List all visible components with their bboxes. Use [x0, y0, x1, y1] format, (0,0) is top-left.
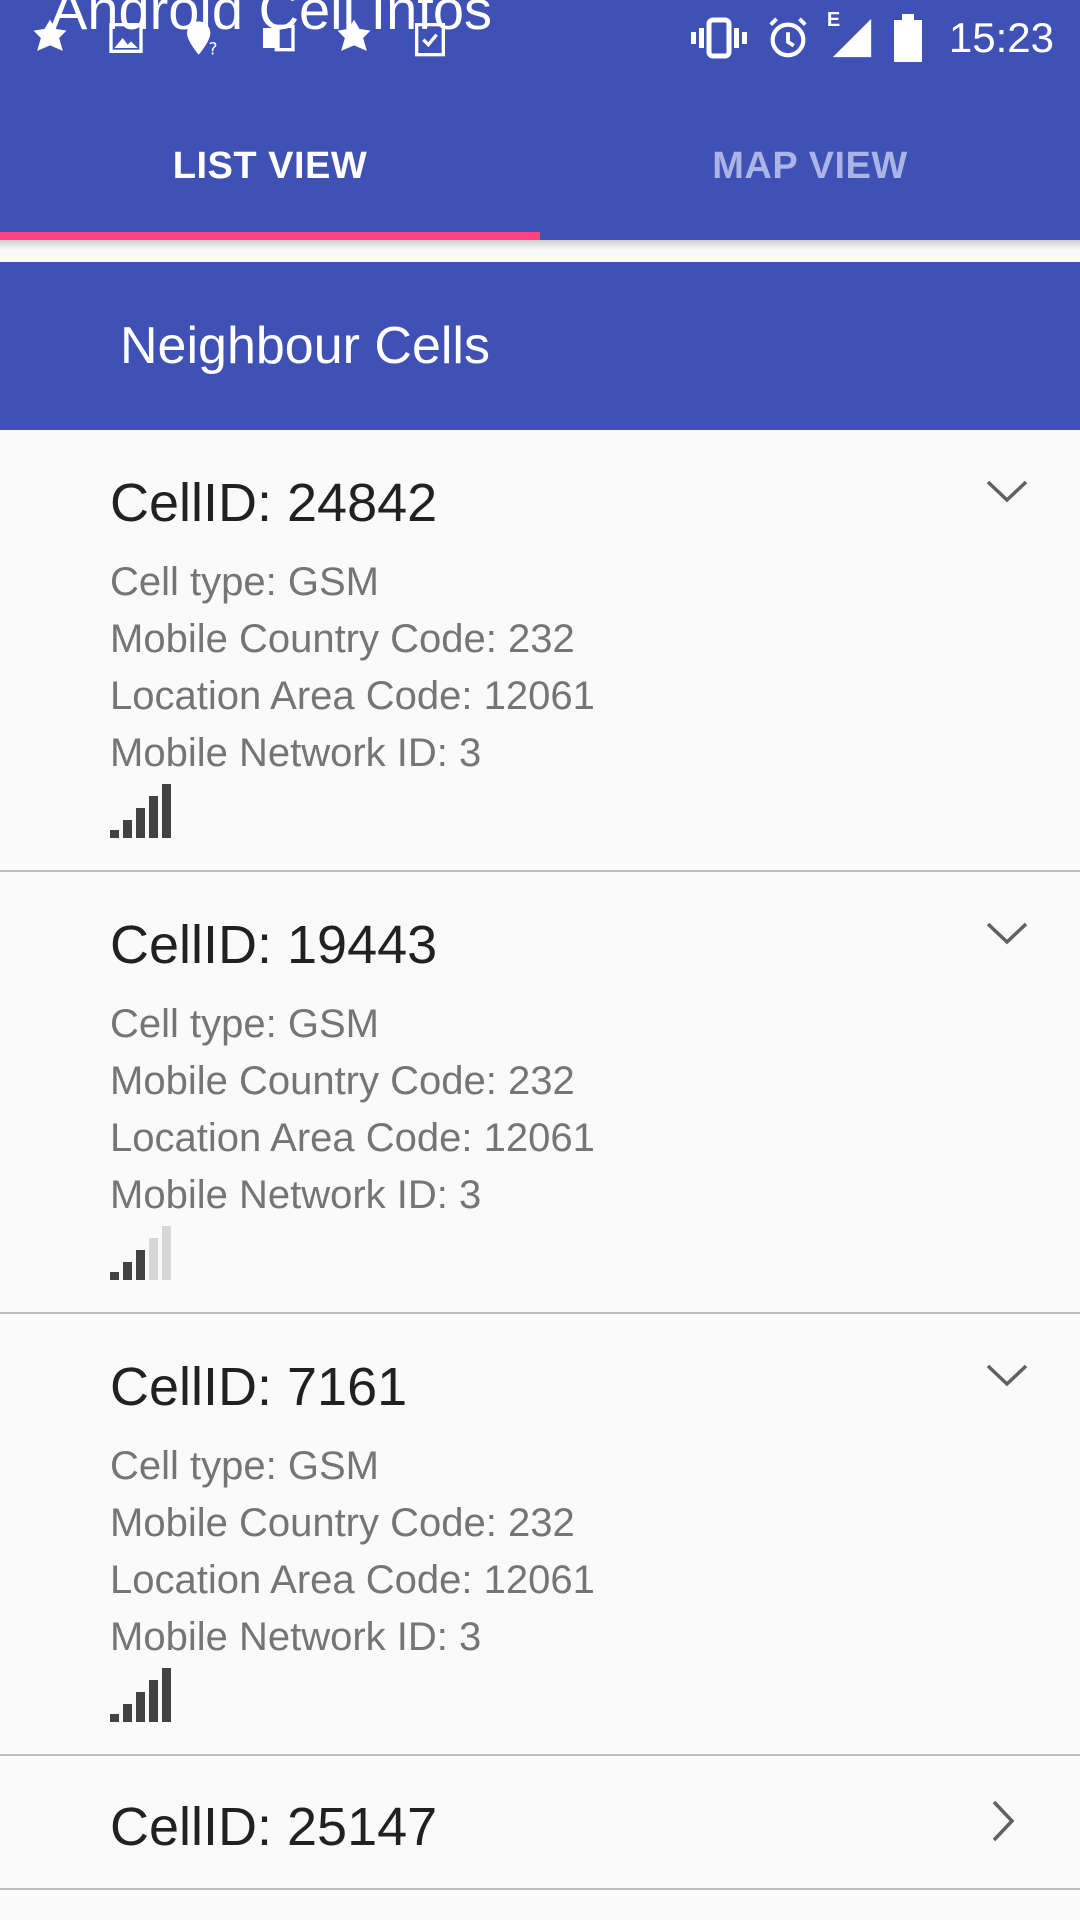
- tab-list-view-label: LIST VIEW: [172, 144, 368, 187]
- signal-bar: [110, 830, 119, 838]
- tab-bar: LIST VIEW MAP VIEW: [0, 92, 1080, 240]
- mobile-network-id: Mobile Network ID: 3: [110, 1173, 482, 1217]
- signal-strength-icon: [110, 1226, 171, 1280]
- location-unknown-icon: ?: [178, 14, 226, 62]
- signal-strength-icon: [110, 1668, 171, 1722]
- cell-details: Cell type: GSM Mobile Country Code: 232 …: [110, 554, 595, 782]
- chevron-down-icon[interactable]: [980, 908, 1034, 962]
- cell-item[interactable]: CellID: 25147: [0, 1756, 1080, 1890]
- signal-bar: [149, 1680, 158, 1722]
- chevron-down-icon[interactable]: [980, 466, 1034, 520]
- app-bar-shadow: [0, 240, 1080, 250]
- cell-list: CellID: 24842 Cell type: GSM Mobile Coun…: [0, 430, 1080, 1890]
- mobile-network-id: Mobile Network ID: 3: [110, 731, 482, 775]
- tab-map-view[interactable]: MAP VIEW: [540, 92, 1080, 240]
- chevron-right-icon[interactable]: [976, 1794, 1030, 1848]
- location-area-code: Location Area Code: 12061: [110, 1116, 595, 1160]
- signal-bar: [149, 1238, 158, 1280]
- network-type: E: [826, 9, 841, 31]
- cell-type: Cell type: GSM: [110, 560, 379, 604]
- signal-bar: [123, 1262, 132, 1280]
- outlook-icon: [254, 14, 302, 62]
- cell-details: Cell type: GSM Mobile Country Code: 232 …: [110, 996, 595, 1224]
- location-area-code: Location Area Code: 12061: [110, 1558, 595, 1602]
- screen: Android Cell Infos ? E 15:23 LIST VIEW M…: [0, 0, 1080, 1920]
- signal-bar: [162, 1668, 171, 1722]
- vibrate-icon: [690, 14, 747, 62]
- cell-title: CellID: 19443: [110, 915, 438, 975]
- cell-item[interactable]: CellID: 7161 Cell type: GSM Mobile Count…: [0, 1314, 1080, 1756]
- signal-icon: E: [827, 9, 875, 61]
- mobile-country-code: Mobile Country Code: 232: [110, 617, 575, 661]
- cell-title: CellID: 24842: [110, 473, 438, 533]
- mobile-country-code: Mobile Country Code: 232: [110, 1059, 575, 1103]
- signal-strength-icon: [110, 784, 171, 838]
- signal-bar: [162, 784, 171, 838]
- signal-bar: [136, 1692, 145, 1722]
- signal-bar: [149, 796, 158, 838]
- section-title: Neighbour Cells: [120, 317, 490, 375]
- tab-indicator: [0, 232, 540, 240]
- signal-bar: [123, 820, 132, 838]
- signal-bar: [162, 1226, 171, 1280]
- app-icon-2: [330, 14, 378, 62]
- svg-text:?: ?: [209, 40, 218, 58]
- cell-details: Cell type: GSM Mobile Country Code: 232 …: [110, 1438, 595, 1666]
- cell-item[interactable]: CellID: 24842 Cell type: GSM Mobile Coun…: [0, 430, 1080, 872]
- section-header: Neighbour Cells: [0, 262, 1080, 430]
- status-bar-right: E 15:23: [690, 9, 1054, 66]
- image-icon: [102, 14, 150, 62]
- signal-bar: [123, 1704, 132, 1722]
- status-time: 15:23: [948, 14, 1054, 61]
- signal-bar: [136, 808, 145, 838]
- cell-type: Cell type: GSM: [110, 1002, 379, 1046]
- signal-bar: [110, 1272, 119, 1280]
- mobile-network-id: Mobile Network ID: 3: [110, 1615, 482, 1659]
- cell-title: CellID: 25147: [110, 1797, 438, 1857]
- signal-bar: [110, 1714, 119, 1722]
- app-bar: Android Cell Infos ? E 15:23 LIST VIEW M…: [0, 0, 1080, 240]
- app-icon: [26, 14, 74, 62]
- notification-icons: ?: [26, 12, 454, 64]
- cell-item[interactable]: CellID: 19443 Cell type: GSM Mobile Coun…: [0, 872, 1080, 1314]
- mobile-country-code: Mobile Country Code: 232: [110, 1501, 575, 1545]
- signal-bar: [136, 1250, 145, 1280]
- tab-list-view[interactable]: LIST VIEW: [0, 92, 540, 240]
- cell-type: Cell type: GSM: [110, 1444, 379, 1488]
- location-area-code: Location Area Code: 12061: [110, 674, 595, 718]
- clipboard-check-icon: [406, 14, 454, 62]
- chevron-down-icon[interactable]: [980, 1350, 1034, 1404]
- alarm-icon: [765, 15, 811, 61]
- tab-map-view-label: MAP VIEW: [712, 144, 908, 187]
- cell-title: CellID: 7161: [110, 1357, 408, 1417]
- battery-icon: [893, 14, 923, 62]
